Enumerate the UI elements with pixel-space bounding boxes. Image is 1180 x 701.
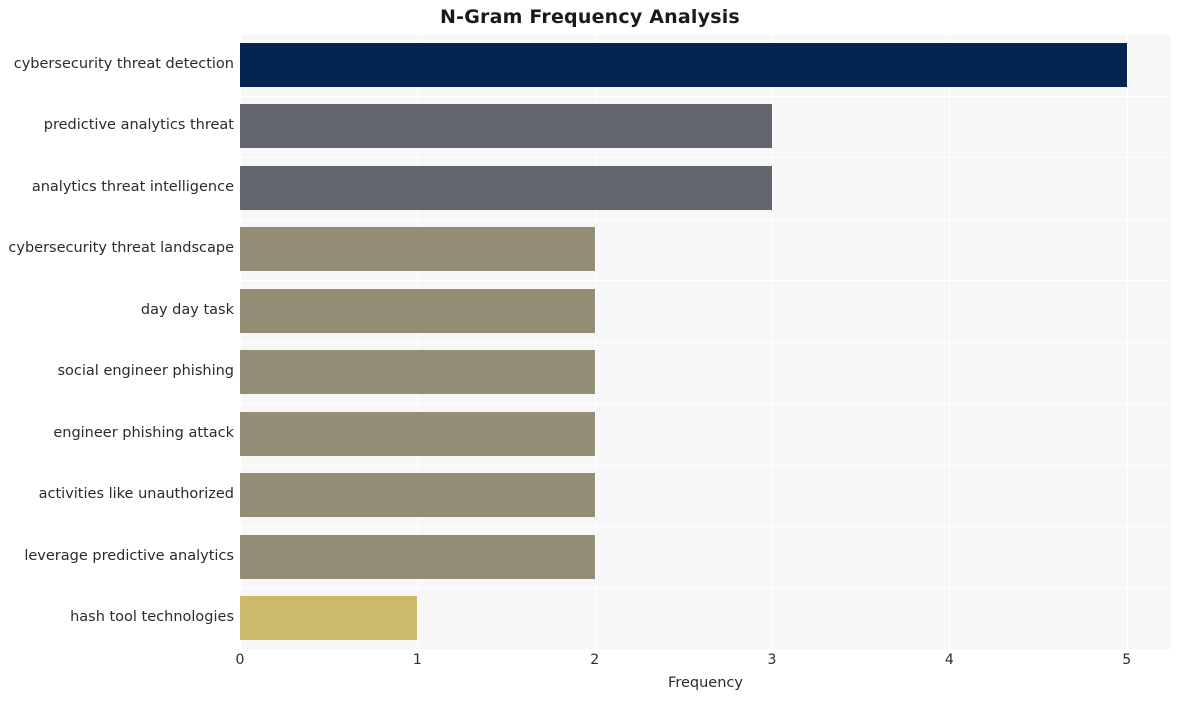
y-axis-tick-label: engineer phishing attack <box>53 424 234 441</box>
x-axis-title: Frequency <box>668 675 743 691</box>
y-axis-tick-label: cybersecurity threat landscape <box>8 240 234 257</box>
x-axis-tick-label: 3 <box>767 652 777 668</box>
bar <box>240 165 772 210</box>
y-axis-tick-label: leverage predictive analytics <box>24 547 234 564</box>
bar <box>240 288 595 333</box>
bar <box>240 473 595 518</box>
bar <box>240 104 772 149</box>
gridline-horizontal <box>240 157 1171 158</box>
y-axis-tick-label: social engineer phishing <box>57 363 235 380</box>
bar <box>240 227 595 272</box>
gridline-horizontal <box>240 526 1171 527</box>
y-axis-tick-label: activities like unauthorized <box>38 486 234 503</box>
gridline-horizontal <box>240 280 1171 281</box>
bar <box>240 350 595 395</box>
y-axis-tick-label: cybersecurity threat detection <box>13 55 234 72</box>
y-axis-tick-label: analytics threat intelligence <box>31 178 234 195</box>
x-axis-tick-label: 1 <box>412 652 422 668</box>
chart-title: N-Gram Frequency Analysis <box>440 6 740 28</box>
y-axis-tick-label: predictive analytics threat <box>43 117 234 134</box>
bar <box>240 596 418 641</box>
y-axis-tick-label: hash tool technologies <box>70 609 234 626</box>
gridline-horizontal <box>240 95 1171 97</box>
chart-figure: N-Gram Frequency Analysis cybersecurity … <box>0 0 1180 701</box>
gridline-horizontal <box>240 464 1171 466</box>
gridline-horizontal <box>240 403 1171 404</box>
x-axis-tick-label: 4 <box>944 652 954 668</box>
gridline-horizontal <box>240 34 1171 35</box>
gridline-horizontal <box>240 341 1171 343</box>
plot-area <box>240 34 1171 649</box>
x-axis-tick-label: 0 <box>235 652 245 668</box>
gridline-horizontal <box>240 587 1171 589</box>
x-axis-tick-label: 5 <box>1122 652 1132 668</box>
bar <box>240 411 595 456</box>
x-axis-tick-label: 2 <box>590 652 600 668</box>
bar <box>240 534 595 579</box>
y-axis-tick-label: day day task <box>140 301 234 318</box>
bar <box>240 42 1127 87</box>
gridline-horizontal <box>240 218 1171 220</box>
